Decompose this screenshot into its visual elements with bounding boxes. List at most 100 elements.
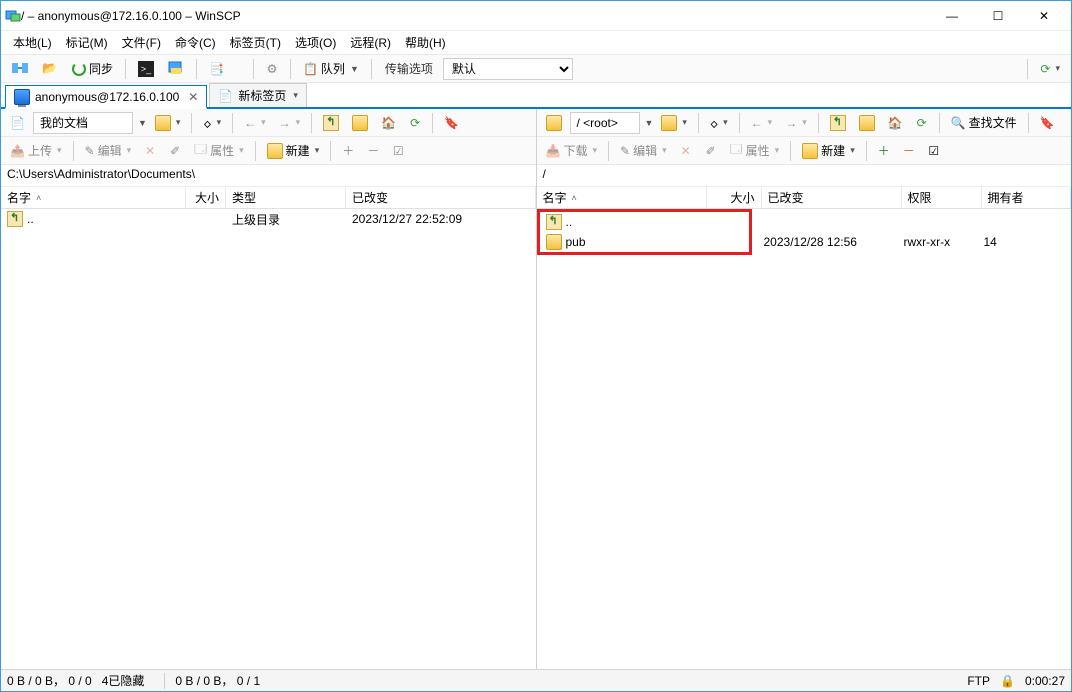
local-root[interactable] [347,112,373,134]
minimize-button[interactable]: — [929,1,975,31]
remote-props-button[interactable]: 🗔 属性▾ [725,140,785,162]
new-folder-icon [802,143,818,159]
new-tab-icon: 📄 [218,89,233,103]
console-button[interactable]: >_ [133,58,159,80]
local-delete-button[interactable]: ✕ [139,140,161,162]
list-item[interactable]: .. 上级目录 2023/12/27 22:52:09 [1,209,536,229]
local-check[interactable]: ☑ [387,140,409,162]
sync-button[interactable]: 同步 [67,58,118,80]
local-plus[interactable]: ＋ [337,140,359,162]
remote-open-folder[interactable]: ▾ [656,112,692,134]
local-bookmark[interactable]: 🔖 [439,112,464,134]
remote-home[interactable]: 🏠 [883,112,908,134]
remote-bookmark[interactable]: 🔖 [1035,112,1060,134]
local-path-selector[interactable]: 我的文档 [33,112,133,134]
menu-local[interactable]: 本地(L) [7,32,58,53]
remote-navrow: / <root> ▼ ▾ 🝔▾ ←▾ →▾ 🏠 ⟳ 🔍 查找文件 🔖 [537,109,1072,137]
add-bookmark-icon: 📑 [209,62,224,76]
col-changed[interactable]: 已改变 [346,187,536,208]
local-path: C:\Users\Administrator\Documents\ [1,165,536,187]
remote-file-list[interactable]: 名字 ˄ 大小 已改变 权限 拥有者 .. pub 2023/12/28 [537,187,1072,669]
remote-back[interactable]: ←▾ [746,112,778,134]
up-dir-icon [546,214,562,230]
remote-refresh[interactable]: ⟳ [911,112,933,134]
local-new-button[interactable]: 新建▾ [262,140,325,162]
menu-mark[interactable]: 标记(M) [60,32,114,53]
parent-dir-icon [830,115,846,131]
tab-close-icon[interactable]: ✕ [188,90,198,104]
tab-new[interactable]: 📄 新标签页▾ [209,83,307,107]
options-button[interactable]: ⚙ [261,58,283,80]
gear-icon: ⚙ [267,62,278,76]
local-parent[interactable] [318,112,344,134]
folder-icon [546,234,562,250]
maximize-button[interactable]: ☐ [975,1,1021,31]
menu-options[interactable]: 选项(O) [289,32,342,53]
delete-icon: ✕ [681,144,691,158]
putty-button[interactable] [163,58,189,80]
col-owner[interactable]: 拥有者 [982,187,1072,208]
local-file-list[interactable]: 名字 ˄ 大小 类型 已改变 .. 上级目录 2023/12/27 22:52:… [1,187,536,669]
local-filter[interactable]: 🝔▾ [198,112,226,134]
titlebar: / – anonymous@172.16.0.100 – WinSCP — ☐ … [1,1,1071,31]
remote-filter[interactable]: 🝔▾ [705,112,733,134]
download-button[interactable]: 📥 下载▾ [541,140,603,162]
local-forward[interactable]: →▾ [274,112,306,134]
remote-delete-button[interactable]: ✕ [675,140,697,162]
menu-help[interactable]: 帮助(H) [399,32,452,53]
close-button[interactable]: ✕ [1021,1,1067,31]
upload-button[interactable]: 📤 上传▾ [5,140,67,162]
remote-root[interactable] [854,112,880,134]
window-title: / – anonymous@172.16.0.100 – WinSCP [21,9,929,23]
remote-drive-icon-btn[interactable] [541,112,567,134]
local-edit-button[interactable]: ✎ 编辑▾ [80,140,137,162]
compare-button[interactable] [7,58,33,80]
reconnect-button[interactable]: ⟳▾ [1035,58,1065,80]
remote-find[interactable]: 🔍 查找文件 [946,112,1022,134]
remote-parent[interactable] [825,112,851,134]
parent-dir-icon [323,115,339,131]
remote-edit-button[interactable]: ✎ 编辑▾ [615,140,672,162]
tab-session-active[interactable]: anonymous@172.16.0.100 ✕ [5,85,207,109]
statusbar: 0 B / 0 B， 0 / 0 4已隐藏 0 B / 0 B， 0 / 1 F… [1,669,1071,691]
app-icon [5,8,21,24]
col-size[interactable]: 大小 [707,187,762,208]
root-icon [352,115,368,131]
menu-files[interactable]: 文件(F) [116,32,167,53]
local-back[interactable]: ←▾ [239,112,271,134]
col-type[interactable]: 类型 [226,187,346,208]
local-refresh[interactable]: ⟳ [404,112,426,134]
col-name[interactable]: 名字 ˄ [1,187,186,208]
col-name[interactable]: 名字 ˄ [537,187,707,208]
local-props-button[interactable]: 🗔 属性▾ [189,140,249,162]
sort-asc-icon: ˄ [36,193,41,203]
menu-tabs[interactable]: 标签页(T) [224,32,287,53]
menu-commands[interactable]: 命令(C) [169,32,222,53]
local-open-folder[interactable]: ▾ [150,112,186,134]
queue-button[interactable]: 📋 队列▼ [298,58,364,80]
col-size[interactable]: 大小 [186,187,226,208]
remote-path-selector[interactable]: / <root> [570,112,640,134]
up-dir-icon [7,211,23,227]
remote-rename-button[interactable]: ✐ [700,140,722,162]
transfer-settings-combo[interactable]: 默认 [443,58,573,80]
remote-path: / [537,165,1072,187]
remote-check[interactable]: ☑ [923,140,945,162]
remote-minus[interactable]: － [898,140,920,162]
local-drive-icon-btn[interactable]: 📄 [5,112,30,134]
remote-forward[interactable]: →▾ [780,112,812,134]
remote-plus[interactable]: ＋ [873,140,895,162]
list-item[interactable]: pub [540,232,749,252]
local-rename-button[interactable]: ✐ [164,140,186,162]
col-perms[interactable]: 权限 [902,187,982,208]
col-changed[interactable]: 已改变 [762,187,902,208]
local-actrow: 📤 上传▾ ✎ 编辑▾ ✕ ✐ 🗔 属性▾ 新建▾ ＋ － ☑ [1,137,536,165]
local-minus[interactable]: － [362,140,384,162]
local-home[interactable]: 🏠 [376,112,401,134]
add-bookmark-button[interactable]: 📑 [204,58,229,80]
list-item[interactable]: .. [540,212,749,232]
session-icon [14,89,30,105]
remote-new-button[interactable]: 新建▾ [797,140,860,162]
menu-remote[interactable]: 远程(R) [344,32,397,53]
sync-browse-button[interactable]: 📂 [37,58,63,80]
